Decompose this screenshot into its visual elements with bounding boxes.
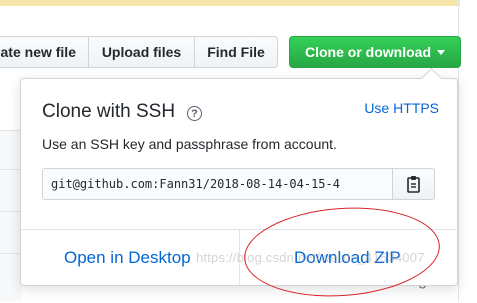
open-in-desktop-link[interactable]: Open in Desktop [64,248,191,268]
row-divider [0,211,22,212]
upload-files-button[interactable]: Upload files [89,36,195,68]
use-https-link[interactable]: Use HTTPS [364,100,439,116]
question-circle-icon[interactable]: ? [187,106,202,121]
clone-or-download-button[interactable]: Clone or download [289,36,461,68]
clipboard-icon [406,176,420,193]
create-new-file-button[interactable]: Create new file [0,36,89,68]
file-list-strip [0,130,22,301]
row-divider [0,253,22,254]
popover-arrow [420,67,443,90]
copy-to-clipboard-button[interactable] [393,168,435,200]
clone-url-input[interactable]: git@github.com:Fann31/2018-08-14-04-15-4 [42,168,393,200]
caret-down-icon [437,49,445,55]
row-divider [0,169,22,170]
clone-or-download-label: Clone or download [305,44,431,60]
popover-title: Clone with SSH [42,101,176,122]
find-file-button[interactable]: Find File [195,36,278,68]
ssh-description: Use an SSH key and passphrase from accou… [42,136,337,152]
top-accent-bar [0,0,460,6]
